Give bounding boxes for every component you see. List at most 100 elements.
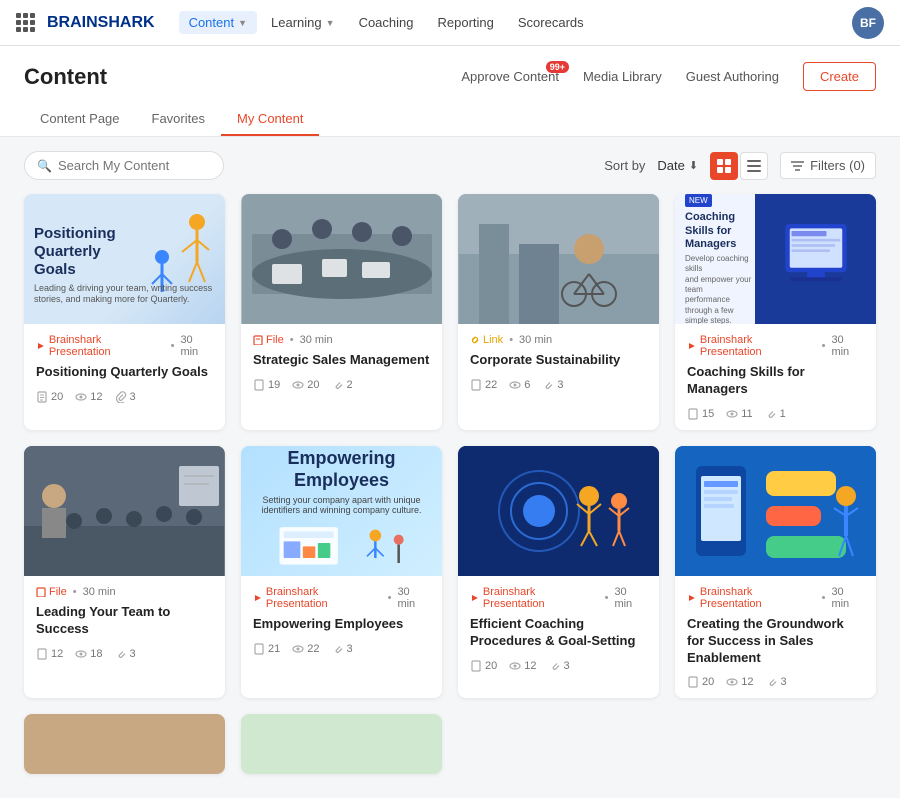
card-type: File: [36, 586, 67, 598]
card-stats: 15 11 1: [687, 408, 864, 420]
nav-item-coaching[interactable]: Coaching: [349, 11, 424, 34]
card-type: Brainshark Presentation: [687, 586, 816, 610]
search-input[interactable]: [58, 158, 211, 173]
card-thumbnail: [675, 446, 876, 576]
card-type: Link: [470, 334, 503, 346]
nav-item-content[interactable]: Content ▼: [179, 11, 257, 34]
sort-arrow-icon: ⬇: [689, 159, 698, 172]
card-type: Brainshark Presentation: [36, 334, 165, 358]
card-stats: 20 12 3: [470, 660, 647, 672]
nav-item-scorecards[interactable]: Scorecards: [508, 11, 594, 34]
logo-text: BRAINSHARK: [47, 14, 155, 32]
card-stat-views: 18: [75, 648, 102, 660]
card-stat-doc: 20: [470, 660, 497, 672]
card-creating-groundwork[interactable]: Brainshark Presentation • 30 min Creatin…: [675, 446, 876, 699]
card-body: Brainshark Presentation • 30 min Coachin…: [675, 324, 876, 430]
card-stat-attachments: 3: [115, 648, 136, 660]
card-body: Brainshark Presentation • 30 min Efficie…: [458, 576, 659, 682]
card-stat-doc: 19: [253, 379, 280, 391]
card-positioning-quarterly-goals[interactable]: PositioningQuarterlyGoals Leading & driv…: [24, 194, 225, 430]
card-stat-views: 20: [292, 379, 319, 391]
toolbar-right: Sort by Date ⬇ Filters (0): [604, 152, 876, 180]
thumb-text: PositioningQuarterlyGoals Leading & driv…: [34, 225, 215, 314]
chevron-down-icon: ▼: [238, 18, 247, 28]
card-title: Efficient Coaching Procedures & Goal-Set…: [470, 616, 647, 650]
card-efficient-coaching-procedures[interactable]: Brainshark Presentation • 30 min Efficie…: [458, 446, 659, 699]
card-stat-views: 12: [75, 391, 102, 403]
card-thumbnail: PositioningQuarterlyGoals Leading & driv…: [24, 194, 225, 324]
tab-favorites[interactable]: Favorites: [136, 103, 221, 136]
card-body: Brainshark Presentation • 30 min Positio…: [24, 324, 225, 413]
card-leading-your-team-to-success[interactable]: File • 30 min Leading Your Team to Succe…: [24, 446, 225, 699]
card-stat-attachments: 3: [766, 676, 787, 688]
card-thumb-image: [241, 194, 442, 324]
card-title: Leading Your Team to Success: [36, 604, 213, 638]
card-title: Strategic Sales Management: [253, 352, 430, 369]
logo[interactable]: BRAINSHARK: [16, 13, 155, 32]
card-meta: File • 30 min: [36, 586, 213, 598]
avatar[interactable]: BF: [852, 7, 884, 39]
card-thumbnail: NEW CoachingSkills forManagers Develop c…: [675, 194, 876, 324]
card-thumbnail: [458, 446, 659, 576]
header-actions: Approve Content 99+ Media Library Guest …: [461, 62, 876, 91]
card-stats: 12 18 3: [36, 648, 213, 660]
card-meta: Brainshark Presentation • 30 min: [36, 334, 213, 358]
card-title: Coaching Skills for Managers: [687, 364, 864, 398]
card-meta: Link • 30 min: [470, 334, 647, 346]
list-view-button[interactable]: [740, 152, 768, 180]
card-stat-views: 12: [726, 676, 753, 688]
card-corporate-sustainability[interactable]: Link • 30 min Corporate Sustainability 2…: [458, 194, 659, 430]
approve-badge: 99+: [546, 61, 569, 73]
media-library-button[interactable]: Media Library: [583, 69, 662, 84]
filter-button[interactable]: Filters (0): [780, 152, 876, 179]
card-stat-attachments: 2: [332, 379, 353, 391]
card-body: File • 30 min Strategic Sales Management…: [241, 324, 442, 401]
tabs: Content Page Favorites My Content: [24, 103, 876, 136]
tab-my-content[interactable]: My Content: [221, 103, 319, 136]
grid-icon: [16, 13, 35, 32]
card-meta: Brainshark Presentation • 30 min: [253, 586, 430, 610]
nav-item-reporting[interactable]: Reporting: [428, 11, 504, 34]
emp-illustration: [262, 523, 422, 573]
card-title: Creating the Groundwork for Success in S…: [687, 616, 864, 667]
card-stat-attachments: 3: [332, 643, 353, 655]
search-icon: 🔍: [37, 159, 52, 173]
card-meta: Brainshark Presentation • 30 min: [687, 586, 864, 610]
card-body: Link • 30 min Corporate Sustainability 2…: [458, 324, 659, 401]
filter-icon: [791, 159, 804, 172]
card-stat-attachments: 1: [765, 408, 786, 420]
content-header: Content Approve Content 99+ Media Librar…: [0, 46, 900, 137]
sort-select[interactable]: Date ⬇: [657, 158, 698, 173]
sort-value: Date: [657, 158, 684, 173]
card-thumb-image: [458, 194, 659, 324]
card-meta: Brainshark Presentation • 30 min: [687, 334, 864, 358]
card-coaching-skills-for-managers[interactable]: NEW CoachingSkills forManagers Develop c…: [675, 194, 876, 430]
create-button[interactable]: Create: [803, 62, 876, 91]
card-partial-2[interactable]: [241, 714, 442, 774]
card-stat-views: 6: [509, 379, 530, 391]
card-stat-attachments: 3: [542, 379, 563, 391]
card-thumb-image: EmpoweringEmployees Setting your company…: [241, 446, 442, 576]
card-title: Positioning Quarterly Goals: [36, 364, 213, 381]
guest-authoring-button[interactable]: Guest Authoring: [686, 69, 779, 84]
tab-content-page[interactable]: Content Page: [24, 103, 136, 136]
card-stat-doc: 21: [253, 643, 280, 655]
card-stat-attachments: 3: [115, 391, 136, 403]
top-navigation: BRAINSHARK Content ▼ Learning ▼ Coaching…: [0, 0, 900, 46]
card-partial-1[interactable]: [24, 714, 225, 774]
card-stat-views: 12: [509, 660, 536, 672]
grid-view-button[interactable]: [710, 152, 738, 180]
card-body: Brainshark Presentation • 30 min Creatin…: [675, 576, 876, 699]
card-thumb-partial: [241, 714, 442, 774]
nav-item-learning[interactable]: Learning ▼: [261, 11, 345, 34]
card-thumb-image: [675, 446, 876, 576]
toolbar: 🔍 Sort by Date ⬇ Filters (0): [0, 137, 900, 194]
card-body: File • 30 min Leading Your Team to Succe…: [24, 576, 225, 670]
card-type: File: [253, 334, 284, 346]
approve-content-button[interactable]: Approve Content 99+: [461, 69, 559, 84]
search-box[interactable]: 🔍: [24, 151, 224, 180]
card-strategic-sales-management[interactable]: File • 30 min Strategic Sales Management…: [241, 194, 442, 430]
view-toggle: [710, 152, 768, 180]
card-empowering-employees[interactable]: EmpoweringEmployees Setting your company…: [241, 446, 442, 699]
card-type: Brainshark Presentation: [253, 586, 382, 610]
